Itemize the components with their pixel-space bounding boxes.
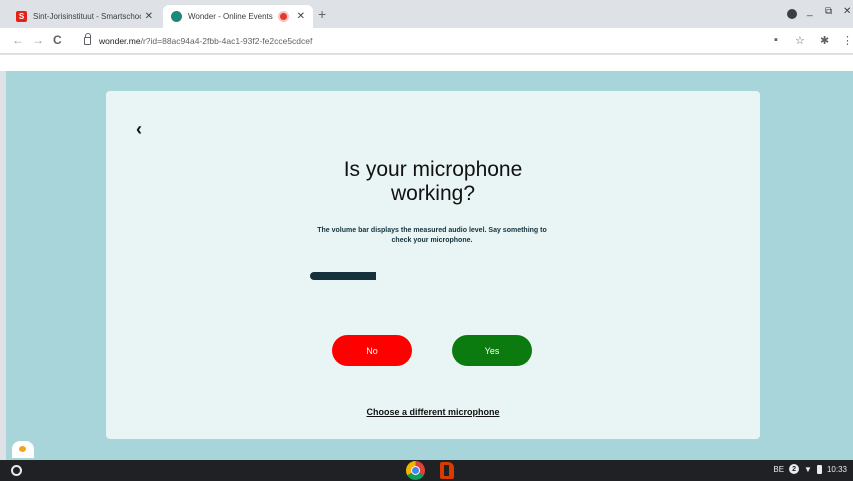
launcher-icon[interactable]	[11, 465, 22, 476]
minimize-button[interactable]: _	[807, 6, 813, 17]
url-host: wonder.me	[99, 36, 141, 46]
chrome-app-icon[interactable]	[406, 461, 425, 480]
no-button[interactable]: No	[332, 335, 412, 366]
chat-widget-icon[interactable]	[12, 441, 34, 458]
back-button[interactable]: ←	[12, 33, 24, 47]
choose-different-microphone-link[interactable]: Choose a different microphone	[106, 407, 760, 417]
tab-strip: S Sint-Jorisinstituut - Smartschool ✕ Wo…	[0, 0, 853, 28]
new-tab-button[interactable]: +	[318, 6, 326, 22]
clock: 10:33	[826, 464, 847, 474]
recording-indicator-icon	[279, 13, 287, 20]
tab-smartschool[interactable]: S Sint-Jorisinstituut - Smartschool ✕	[8, 5, 161, 28]
restore-button[interactable]: ⧉	[825, 6, 832, 17]
os-shelf: BE 2 ▼ 10:33	[0, 460, 853, 481]
microphone-check-dialog: ‹ Is your microphone working? The volume…	[106, 91, 760, 439]
keyboard-layout: BE	[773, 464, 785, 474]
notification-count-badge: 2	[789, 464, 800, 474]
reload-button[interactable]: C	[53, 33, 62, 47]
profile-indicator-icon[interactable]	[787, 9, 797, 19]
system-tray[interactable]: BE 2 ▼ 10:33	[773, 464, 847, 474]
camera-in-use-icon[interactable]: ▪	[774, 34, 778, 46]
bookmark-star-icon[interactable]: ☆	[795, 34, 805, 47]
dialog-description: The volume bar displays the measured aud…	[317, 227, 547, 244]
yes-button[interactable]: Yes	[452, 335, 532, 366]
volume-bar	[310, 272, 556, 280]
tab-title: Wonder - Online Events	[188, 12, 273, 21]
smartschool-favicon-icon: S	[16, 11, 27, 22]
browser-menu-icon[interactable]: ⋮	[842, 34, 853, 47]
lock-icon	[84, 33, 91, 45]
close-tab-icon[interactable]: ✕	[145, 11, 153, 22]
url-path: /r?id=88ac94a4-2fbb-4ac1-93f2-fe2cce5cdc…	[140, 36, 313, 46]
page-top-strip	[0, 55, 853, 71]
wifi-icon: ▼	[804, 464, 812, 474]
dialog-title-text: Is your microphone working?	[343, 158, 523, 205]
extensions-icon[interactable]: ✱	[820, 34, 829, 47]
forward-button[interactable]: →	[32, 33, 44, 47]
back-arrow-button[interactable]: ‹	[136, 119, 142, 140]
tab-title: Sint-Jorisinstituut - Smartschool	[33, 12, 141, 21]
address-bar[interactable]: wonder.me/r?id=88ac94a4-2fbb-4ac1-93f2-f…	[80, 32, 760, 50]
close-window-button[interactable]: ✕	[843, 6, 851, 17]
wonder-favicon-icon	[171, 11, 182, 22]
battery-icon	[816, 464, 822, 474]
close-tab-icon[interactable]: ✕	[297, 11, 305, 22]
tab-wonder[interactable]: Wonder - Online Events ✕	[163, 5, 313, 28]
dialog-title: Is your microphone working?	[106, 158, 760, 206]
volume-bar-fill	[310, 272, 377, 280]
office-app-icon[interactable]	[440, 462, 454, 479]
browser-toolbar: ← → C wonder.me/r?id=88ac94a4-2fbb-4ac1-…	[0, 28, 853, 54]
